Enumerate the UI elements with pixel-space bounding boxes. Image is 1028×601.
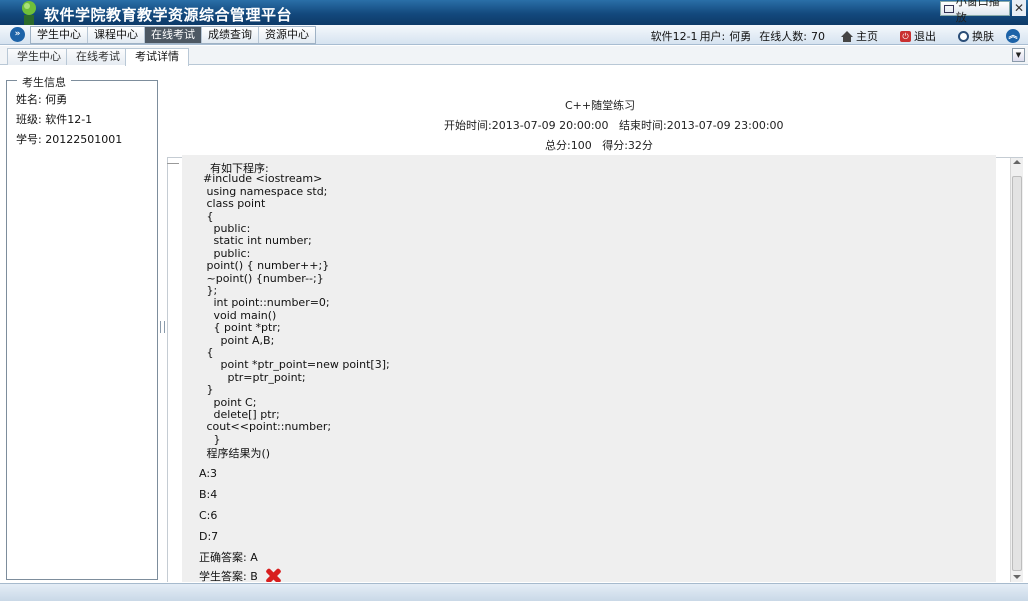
code-line: { point *ptr; bbox=[196, 321, 281, 335]
code-line: 程序结果为() bbox=[196, 447, 271, 461]
main-menu: 学生中心 课程中心 在线考试 成绩查询 资源中心 bbox=[30, 26, 316, 44]
option-c: C:6 bbox=[199, 509, 218, 522]
exam-time: 开始时间:2013-07-09 20:00:00 结束时间:2013-07-09… bbox=[444, 119, 784, 132]
nav-item-2[interactable]: 在线考试 bbox=[145, 27, 202, 43]
student-id: 学号: 20122501001 bbox=[16, 133, 123, 146]
nav-item-4[interactable]: 资源中心 bbox=[259, 27, 315, 43]
student-answer-row: 学生答案: B bbox=[199, 568, 282, 582]
scroll-up-icon[interactable] bbox=[1013, 160, 1021, 164]
code-line: cout<<point::number; bbox=[196, 420, 332, 434]
scroll-thumb[interactable] bbox=[1012, 176, 1022, 571]
student-class: 班级: 软件12-1 bbox=[16, 113, 93, 126]
code-line: }; bbox=[196, 284, 218, 297]
collapse-up-icon[interactable]: ︽ bbox=[1006, 29, 1020, 43]
student-answer: 学生答案: B bbox=[199, 570, 258, 582]
code-line: ~point() {number--;} bbox=[196, 271, 324, 285]
code-line: public: bbox=[196, 222, 251, 235]
user-label: 用户: bbox=[699, 30, 726, 43]
code-line: int point::number=0; bbox=[196, 296, 330, 310]
mini-window-label: 小窗口播放 bbox=[955, 0, 1000, 24]
option-d: D:7 bbox=[199, 530, 219, 543]
logo-icon bbox=[22, 1, 36, 25]
mini-window-icon bbox=[944, 4, 954, 13]
skin-button[interactable]: 换肤 bbox=[954, 28, 994, 44]
student-info-panel: 考生信息 姓名: 何勇 班级: 软件12-1 学号: 20122501001 bbox=[6, 74, 158, 580]
user-status: 软件12-1 用户: 何勇 在线人数: 70 主页 ⏻ 退出 换肤 ︽ bbox=[647, 28, 1020, 44]
code-line: { bbox=[196, 209, 214, 223]
code-line: #include <iostream> bbox=[196, 172, 323, 186]
code-line: } bbox=[196, 432, 221, 446]
tab-online-exam[interactable]: 在线考试 bbox=[66, 48, 130, 65]
exam-score: 总分:100 得分:32分 bbox=[545, 139, 653, 152]
nav-bar: » 学生中心 课程中心 在线考试 成绩查询 资源中心 软件12-1 用户: 何勇 在线人… bbox=[0, 25, 1028, 45]
vertical-scrollbar[interactable] bbox=[1010, 158, 1023, 582]
code-line: static int number; bbox=[196, 234, 312, 248]
code-line: delete[] ptr; bbox=[196, 408, 280, 421]
exit-button[interactable]: ⏻ 退出 bbox=[896, 28, 936, 44]
nav-item-3[interactable]: 成绩查询 bbox=[202, 27, 259, 43]
frame-tick bbox=[167, 163, 179, 164]
code-line: } bbox=[196, 383, 214, 397]
correct-answer: 正确答案: A bbox=[199, 551, 258, 564]
skin-label: 换肤 bbox=[972, 30, 994, 43]
expand-icon[interactable]: » bbox=[10, 27, 25, 42]
panel-legend: 考生信息 bbox=[17, 74, 71, 90]
code-line: public: bbox=[196, 246, 251, 260]
panel-splitter[interactable] bbox=[160, 321, 165, 333]
code-line: point A,B; bbox=[196, 333, 275, 347]
scroll-down-icon[interactable] bbox=[1013, 575, 1021, 579]
code-line: point *ptr_point=new point[3]; bbox=[196, 358, 390, 372]
question-content: A:3 B:4 C:6 D:7 正确答案: A 学生答案: B 有如下程序: #… bbox=[182, 155, 996, 582]
code-line: class point bbox=[196, 197, 266, 211]
option-b: B:4 bbox=[199, 488, 218, 501]
nav-item-0[interactable]: 学生中心 bbox=[31, 27, 88, 43]
nav-item-1[interactable]: 课程中心 bbox=[88, 27, 145, 43]
user-class: 软件12-1 bbox=[650, 30, 698, 43]
exit-label: 退出 bbox=[914, 30, 936, 43]
home-label: 主页 bbox=[856, 30, 878, 43]
exam-title: C++随堂练习 bbox=[565, 99, 636, 112]
online-label: 在线人数: bbox=[759, 30, 807, 43]
close-icon[interactable]: ✕ bbox=[1012, 0, 1026, 16]
code-line: { bbox=[196, 346, 214, 359]
wrong-mark-icon bbox=[264, 568, 282, 582]
app-title: 软件学院教育教学资源综合管理平台 bbox=[44, 6, 293, 24]
code-line: ptr=ptr_point; bbox=[196, 370, 306, 384]
code-line: point() { number++;} bbox=[196, 259, 330, 273]
user-name: 何勇 bbox=[729, 30, 752, 43]
home-icon bbox=[841, 30, 853, 42]
title-bar: 软件学院教育教学资源综合管理平台 小窗口播放 ✕ bbox=[0, 0, 1028, 25]
tab-student-center[interactable]: 学生中心 bbox=[7, 48, 71, 65]
tab-bar: 学生中心 在线考试 考试详情 ▼ bbox=[0, 46, 1028, 66]
tab-exam-details[interactable]: 考试详情 bbox=[125, 48, 189, 66]
skin-icon bbox=[958, 30, 969, 42]
power-icon: ⏻ bbox=[900, 30, 911, 42]
code-line: void main() bbox=[196, 308, 277, 322]
status-bar bbox=[0, 583, 1028, 601]
code-line: using namespace std; bbox=[196, 184, 328, 198]
home-button[interactable]: 主页 bbox=[837, 28, 878, 44]
online-count: 70 bbox=[811, 29, 825, 43]
mini-window-button[interactable]: 小窗口播放 bbox=[940, 0, 1010, 24]
code-line: point C; bbox=[196, 395, 257, 409]
student-name: 姓名: 何勇 bbox=[16, 93, 68, 106]
option-a: A:3 bbox=[199, 467, 218, 480]
tab-dropdown-icon[interactable]: ▼ bbox=[1012, 48, 1025, 62]
